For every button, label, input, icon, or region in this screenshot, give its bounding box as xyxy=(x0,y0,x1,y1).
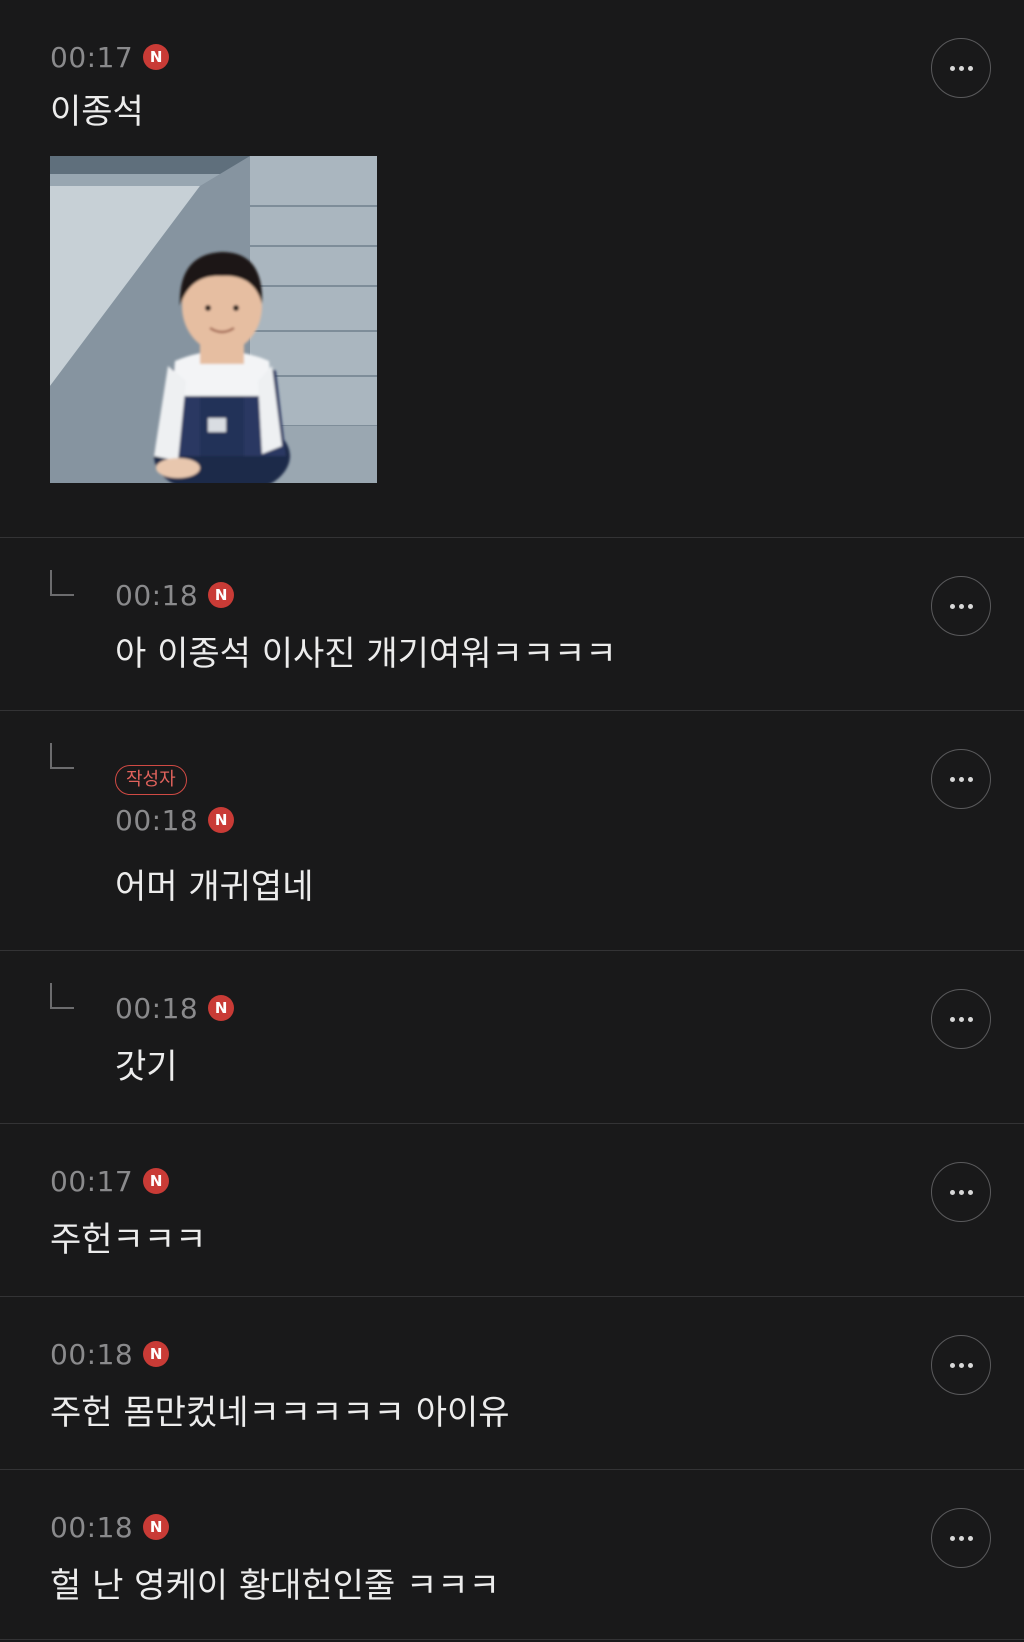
comment-time: 00:17 xyxy=(50,1164,134,1198)
more-options-button[interactable] xyxy=(931,1162,991,1222)
more-options-button[interactable] xyxy=(931,38,991,98)
more-horizontal-icon xyxy=(949,1016,973,1022)
comment-time: 00:17 xyxy=(50,40,134,74)
new-badge: N xyxy=(143,1341,170,1367)
new-badge: N xyxy=(143,1514,170,1540)
more-horizontal-icon xyxy=(949,65,973,71)
author-tag: 작성자 xyxy=(115,765,187,795)
comment-body: 00:17 N 주헌ㅋㅋㅋ xyxy=(50,1164,206,1261)
more-horizontal-icon xyxy=(949,1362,973,1368)
comment-meta: 00:18 N xyxy=(115,991,235,1025)
more-options-button[interactable] xyxy=(931,1335,991,1395)
photo-child-on-steps xyxy=(50,156,377,483)
comment-meta: 00:18 N xyxy=(115,803,314,837)
comment-item: 00:18 N 주헌 몸만컸네ㅋㅋㅋㅋㅋ 아이유 xyxy=(0,1297,1024,1470)
comment-text: 아 이종석 이사진 개기여워ㅋㅋㅋㅋ xyxy=(115,634,617,674)
new-badge: N xyxy=(208,582,235,608)
comment-meta: 00:18 N xyxy=(50,1510,500,1544)
comment-item-reply: 작성자 00:18 N 어머 개귀엽네 xyxy=(0,711,1024,951)
comment-text: 주헌ㅋㅋㅋ xyxy=(50,1220,207,1260)
new-badge: N xyxy=(143,1168,170,1194)
reply-arrow-icon xyxy=(50,983,74,1009)
more-options-button[interactable] xyxy=(931,989,991,1049)
comment-text: 갓기 xyxy=(115,1047,178,1087)
comment-item-reply: 00:18 N 아 이종석 이사진 개기여워ㅋㅋㅋㅋ xyxy=(0,538,1024,711)
more-options-button[interactable] xyxy=(931,576,991,636)
comment-time: 00:18 xyxy=(50,1510,134,1544)
more-options-button[interactable] xyxy=(931,1508,991,1568)
reply-arrow-icon xyxy=(50,743,74,769)
more-options-button[interactable] xyxy=(931,749,991,809)
comment-photo[interactable] xyxy=(50,156,377,483)
comment-time: 00:18 xyxy=(115,991,199,1025)
comment-body: 00:17 N 이종석 xyxy=(50,40,170,133)
more-horizontal-icon xyxy=(949,776,973,782)
reply-arrow-icon xyxy=(50,570,74,596)
more-horizontal-icon xyxy=(949,603,973,609)
comment-text: 주헌 몸만컸네ㅋㅋㅋㅋㅋ 아이유 xyxy=(50,1393,510,1433)
comment-meta: 00:18 N xyxy=(115,578,617,612)
comment-item: 00:17 N 이종석 xyxy=(0,0,1024,538)
comment-text: 헐 난 영케이 황대헌인줄 ㅋㅋㅋ xyxy=(50,1566,500,1606)
more-horizontal-icon xyxy=(949,1189,973,1195)
new-badge: N xyxy=(208,807,235,833)
comment-item: 00:18 N 헐 난 영케이 황대헌인줄 ㅋㅋㅋ xyxy=(0,1470,1024,1640)
comment-meta: 00:18 N xyxy=(50,1337,510,1371)
comment-body: 00:18 N 아 이종석 이사진 개기여워ㅋㅋㅋㅋ xyxy=(115,578,617,675)
comment-time: 00:18 xyxy=(115,803,199,837)
new-badge: N xyxy=(208,995,235,1021)
comment-body: 00:18 N 주헌 몸만컸네ㅋㅋㅋㅋㅋ 아이유 xyxy=(50,1337,510,1434)
more-horizontal-icon xyxy=(949,1535,973,1541)
comment-text: 어머 개귀엽네 xyxy=(115,867,314,907)
comment-item-reply: 00:18 N 갓기 xyxy=(0,951,1024,1124)
comment-body: 작성자 00:18 N 어머 개귀엽네 xyxy=(115,765,314,908)
comment-body: 00:18 N 헐 난 영케이 황대헌인줄 ㅋㅋㅋ xyxy=(50,1510,500,1607)
comment-body: 00:18 N 갓기 xyxy=(115,991,235,1088)
comment-text: 이종석 xyxy=(50,92,144,132)
comment-meta: 00:17 N xyxy=(50,40,170,74)
comment-item: 00:17 N 주헌ㅋㅋㅋ xyxy=(0,1124,1024,1297)
comment-meta: 00:17 N xyxy=(50,1164,206,1198)
comment-time: 00:18 xyxy=(115,578,199,612)
new-badge: N xyxy=(143,44,170,70)
comment-time: 00:18 xyxy=(50,1337,134,1371)
